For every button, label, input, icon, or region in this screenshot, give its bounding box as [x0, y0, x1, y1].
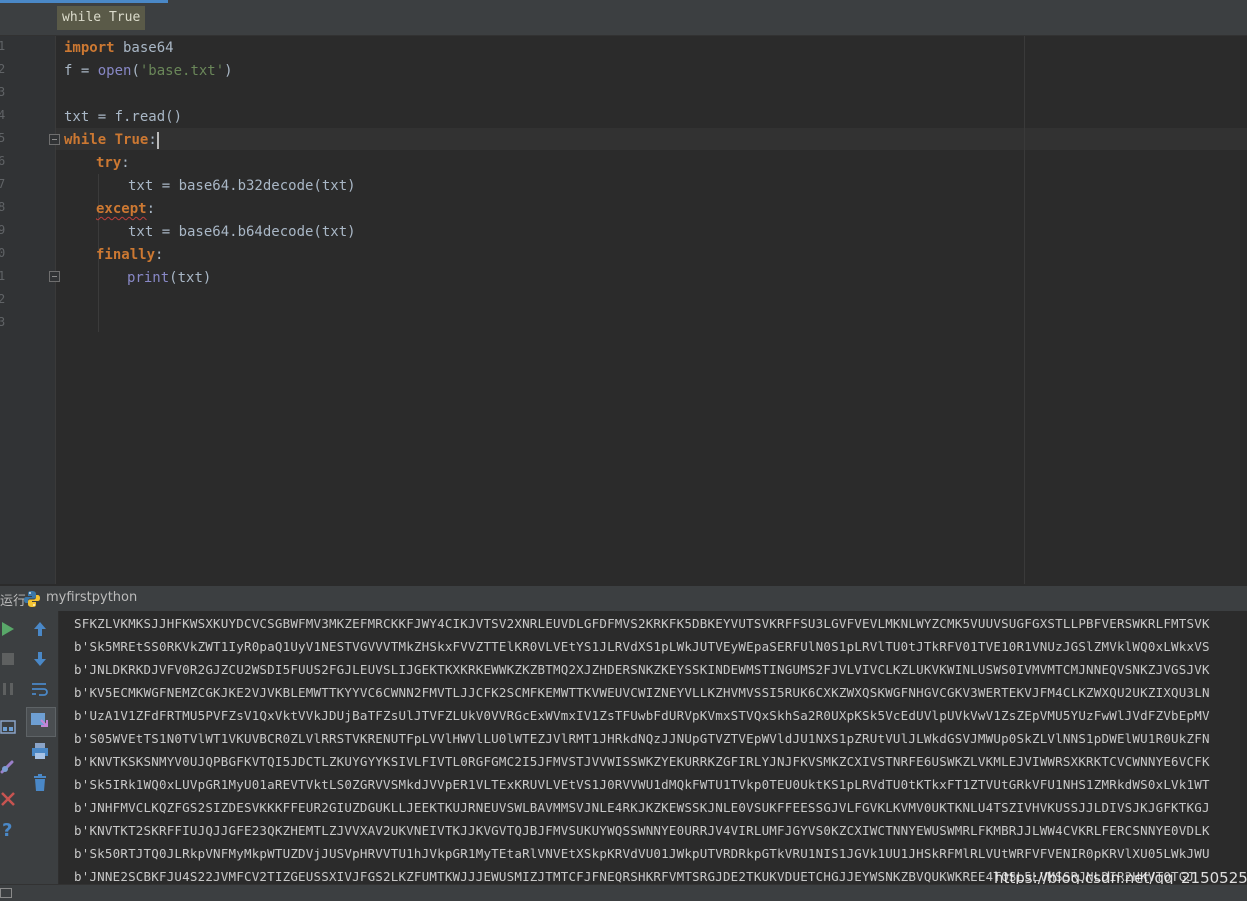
run-toolbar-primary: ?: [0, 611, 18, 884]
line-number-gutter[interactable]: 1 2 3 4 5 6 7 8 9 0 1 2 3: [0, 36, 60, 584]
python-icon: [23, 590, 41, 608]
run-config-name[interactable]: myfirstpython: [46, 590, 137, 605]
line-number: 5: [0, 131, 6, 145]
console-line: b'Sk5MREtSS0RKVkZWT1IyR0paQ1UyV1NESTVGVV…: [74, 639, 1210, 654]
line-number: 4: [0, 108, 6, 122]
code-line-10: finally:: [96, 247, 164, 263]
console-line: b'UzA1V1ZFdFRTMU5PVFZsV1QxVktVVkJDUjBaTF…: [74, 708, 1210, 723]
editor-tab-strip: while True: [0, 0, 1247, 36]
line-number: 7: [0, 177, 6, 191]
caret-row-highlight: [56, 128, 1247, 150]
line-number: 3: [0, 315, 6, 329]
close-icon[interactable]: [0, 787, 20, 811]
fold-toggle-icon[interactable]: [49, 134, 60, 145]
layout-icon[interactable]: [0, 715, 20, 739]
warning-underline: except: [96, 201, 147, 217]
line-number: 3: [0, 85, 6, 99]
console-line: b'KNVTKSKSNMYV0UJQPBGFKVTQI5JDCTLZKUYGYY…: [74, 754, 1210, 769]
active-tab-indicator: [0, 0, 168, 3]
console-output[interactable]: SFKZLVKMKSJJHFKWSXKUYDCVCSGBWFMV3MKZEFMR…: [59, 611, 1247, 884]
code-line-6: try:: [96, 155, 130, 171]
line-number: 1: [0, 39, 6, 53]
print-icon[interactable]: [28, 739, 52, 763]
right-margin-guide: [1024, 36, 1025, 584]
help-icon[interactable]: ?: [0, 817, 20, 841]
console-line: b'Sk50RTJTQ0JLRkpVNFMyMkpWTUZDVjJUSVpHRV…: [74, 846, 1210, 861]
scroll-up-icon[interactable]: [28, 617, 52, 641]
code-line-2: f = open('base.txt'): [64, 63, 233, 79]
fold-end-icon[interactable]: [49, 271, 60, 282]
console-line: b'Sk5IRk1WQ0xLUVpGR1MyU01aREVTVktLS0ZGRV…: [74, 777, 1210, 792]
svg-text:?: ?: [2, 820, 12, 841]
status-bar: [0, 884, 1247, 901]
pause-icon[interactable]: [0, 677, 20, 701]
line-number: 9: [0, 223, 6, 237]
scroll-down-icon[interactable]: [28, 647, 52, 671]
console-line: b'KV5ECMKWGFNEMZCGKJKE2VJVKBLEMWTTKYYVC6…: [74, 685, 1210, 700]
breadcrumb[interactable]: while True: [57, 6, 146, 30]
run-panel-header: 运行 myfirstpython: [0, 585, 1247, 611]
settings-icon[interactable]: [0, 755, 20, 779]
line-number: 0: [0, 246, 6, 260]
code-line-11: print(txt): [127, 270, 212, 286]
run-toolbar-secondary: [18, 611, 59, 884]
rerun-icon[interactable]: [0, 617, 20, 641]
line-number: 1: [0, 269, 6, 283]
console-line: b'JNHFMVCLKQZFGS2SIZDESVKKKFFEUR2GIUZDGU…: [74, 800, 1210, 815]
text-caret: [156, 131, 159, 149]
console-line: SFKZLVKMKSJJHFKWSXKUYDCVCSGBWFMV3MKZEFMR…: [74, 616, 1210, 631]
clear-all-icon[interactable]: [28, 771, 52, 795]
console-line: b'S05WVEtTS1N0TVlWT1VKUVBCR0ZLVlRRSTVKRE…: [74, 731, 1210, 746]
code-line-5: while True:: [64, 131, 159, 149]
code-line-4: txt = f.read(): [64, 109, 183, 125]
code-line-8: except:: [96, 201, 156, 217]
console-line: b'JNLDKRKDJVFV0R2GJZCU2WSDI5FUUS2FGJLEUV…: [74, 662, 1210, 677]
scroll-to-end-icon[interactable]: [26, 707, 56, 737]
line-number: 8: [0, 200, 6, 214]
tool-window-toggle-icon[interactable]: [0, 888, 12, 898]
soft-wrap-icon[interactable]: [28, 677, 52, 701]
code-editor[interactable]: 1 2 3 4 5 6 7 8 9 0 1 2 3 import base64 …: [0, 36, 1247, 584]
code-line-7: txt = base64.b32decode(txt): [128, 178, 356, 194]
line-number: 2: [0, 292, 6, 306]
line-number: 2: [0, 62, 6, 76]
stop-icon[interactable]: [0, 647, 20, 671]
code-line-9: txt = base64.b64decode(txt): [128, 224, 356, 240]
code-line-1: import base64: [64, 40, 174, 56]
console-line: b'KNVTKT2SKRFFIUJQJJGFE23QKZHEMTLZJVVXAV…: [74, 823, 1210, 838]
line-number: 6: [0, 154, 6, 168]
